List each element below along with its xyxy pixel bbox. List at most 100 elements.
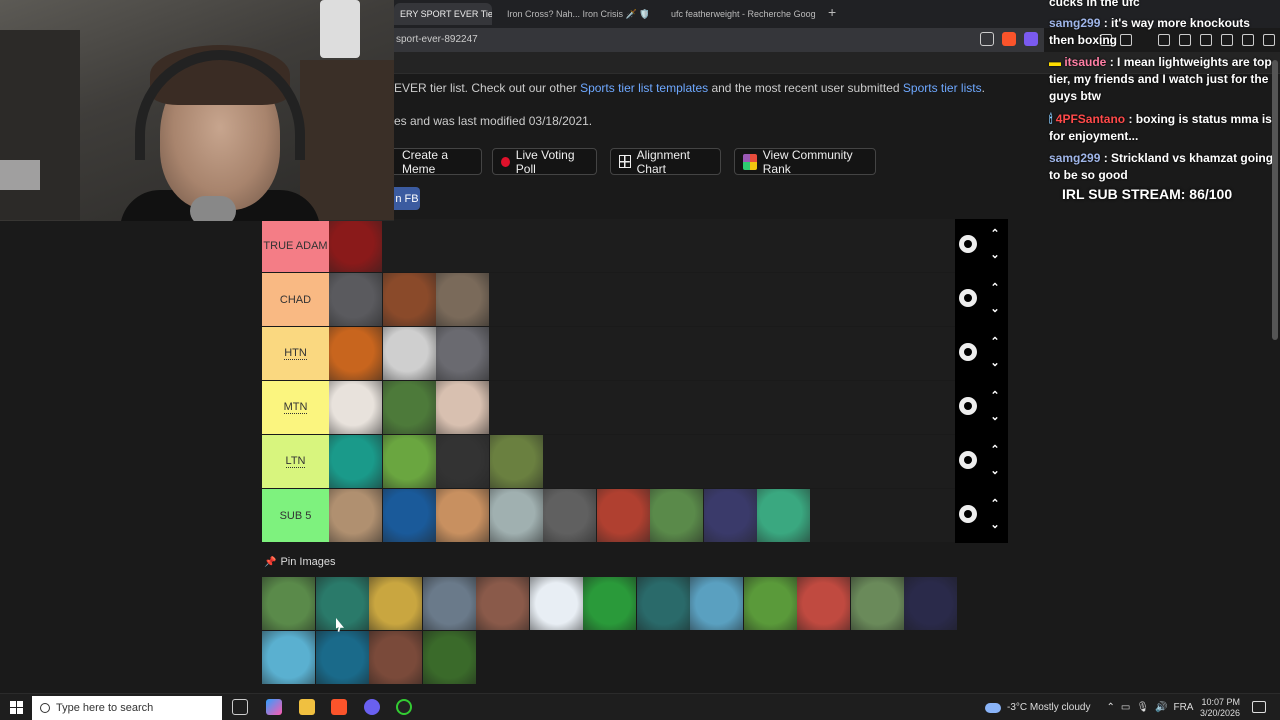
new-tab-button[interactable]: + — [828, 4, 836, 20]
tier-item-image[interactable] — [382, 489, 436, 542]
live-voting-button[interactable]: Live Voting Poll — [492, 148, 597, 176]
file-explorer-icon[interactable] — [299, 699, 315, 715]
pin-images-toggle[interactable]: 📌 Pin Images — [264, 556, 335, 568]
tier-item-image[interactable] — [436, 381, 489, 434]
pool-item-image[interactable] — [636, 577, 690, 630]
pool-item-image[interactable] — [797, 577, 850, 630]
tier-item-image[interactable] — [436, 489, 489, 542]
tier-item-image[interactable] — [436, 273, 489, 326]
address-bar[interactable]: sport-ever-892247 — [394, 28, 1044, 52]
task-view-icon[interactable] — [232, 699, 248, 715]
clock[interactable]: 10:07 PM 3/20/2026 — [1200, 697, 1240, 719]
pool-item-image[interactable] — [315, 630, 369, 684]
mic-icon[interactable]: 🎙 — [1136, 702, 1149, 713]
chevron-down-icon[interactable]: ⌄ — [989, 519, 1001, 531]
tier-item-image[interactable] — [329, 489, 382, 542]
gear-icon[interactable] — [956, 448, 980, 472]
pool-item-image[interactable] — [476, 577, 529, 630]
alignment-chart-button[interactable]: Alignment Chart — [610, 148, 721, 176]
tier-item-image[interactable] — [329, 327, 382, 380]
tier-item-image[interactable] — [329, 219, 382, 272]
tab-youtube[interactable]: Iron Cross? Nah... Iron Crisis 🗡️ 🛡️ # — [502, 3, 648, 25]
pool-item-image[interactable] — [422, 630, 476, 684]
sports-templates-link[interactable]: Sports tier list templates — [580, 81, 708, 95]
share-fb-button[interactable]: n FB — [394, 187, 420, 210]
chevron-down-icon[interactable]: ⌄ — [989, 411, 1001, 423]
pool-item-image[interactable] — [315, 577, 369, 630]
community-rank-button[interactable]: View Community Rank — [734, 148, 876, 176]
create-meme-button[interactable]: Create a Meme — [394, 148, 482, 176]
pool-item-image[interactable] — [529, 577, 583, 630]
discord-icon[interactable] — [364, 699, 380, 715]
chevron-down-icon[interactable]: ⌄ — [989, 249, 1001, 261]
tier-item-image[interactable] — [489, 489, 543, 542]
weather-text[interactable]: -3°C Mostly cloudy — [1007, 702, 1090, 713]
chevron-up-icon[interactable]: ⌃ — [989, 228, 1001, 240]
notification-icon[interactable] — [1252, 701, 1266, 713]
tier-item-image[interactable] — [329, 273, 382, 326]
pool-item-image[interactable] — [369, 577, 422, 630]
speaker-icon[interactable]: 🔊 — [1155, 702, 1167, 713]
network-icon[interactable]: ▭ — [1121, 702, 1130, 713]
chat-message: 🕯 4PFSantano : boxing is status mma is f… — [1049, 111, 1277, 145]
language-indicator[interactable]: FRA — [1173, 702, 1193, 713]
chevron-down-icon[interactable]: ⌄ — [989, 357, 1001, 369]
tier-item-image[interactable] — [489, 435, 543, 488]
tier-item-image[interactable] — [329, 381, 382, 434]
brave-shield-icon[interactable] — [1002, 32, 1016, 46]
windows-start-icon[interactable] — [10, 701, 23, 714]
pool-item-image[interactable] — [583, 577, 636, 630]
pool-item-image[interactable] — [422, 577, 476, 630]
tier-label[interactable]: LTN — [262, 435, 329, 488]
gear-icon[interactable] — [956, 502, 980, 526]
tier-item-image[interactable] — [436, 435, 489, 488]
pool-item-image[interactable] — [850, 577, 904, 630]
tier-item-image[interactable] — [703, 489, 757, 542]
tier-item-image[interactable] — [329, 435, 382, 488]
tier-label[interactable]: MTN — [262, 381, 329, 434]
pool-item-image[interactable] — [743, 577, 797, 630]
tier-item-image[interactable] — [650, 489, 703, 542]
tier-item-image[interactable] — [382, 381, 436, 434]
tab-tier-list[interactable]: ERY SPORT EVER Tie ✕ — [394, 3, 492, 25]
gear-icon[interactable] — [956, 232, 980, 256]
tier-label[interactable]: HTN — [262, 327, 329, 380]
tier-label[interactable]: TRUE ADAM — [262, 219, 329, 272]
pool-item-image[interactable] — [904, 577, 957, 630]
button-label: n FB — [395, 192, 419, 205]
chevron-up-icon[interactable]: ⌃ — [989, 282, 1001, 294]
chevron-down-icon[interactable]: ⌄ — [989, 303, 1001, 315]
pool-item-image[interactable] — [262, 630, 315, 684]
chevron-up-icon[interactable]: ⌃ — [989, 444, 1001, 456]
taskbar-search-input[interactable]: Type here to search — [32, 696, 222, 720]
gear-icon[interactable] — [956, 394, 980, 418]
tier-item-image[interactable] — [382, 327, 436, 380]
copilot-icon[interactable] — [266, 699, 282, 715]
tier-item-image[interactable] — [757, 489, 810, 542]
tier-item-image[interactable] — [543, 489, 596, 542]
scrollbar[interactable] — [1272, 60, 1278, 340]
tier-item-image[interactable] — [382, 273, 436, 326]
tier-label[interactable]: SUB 5 — [262, 489, 329, 542]
leo-ai-icon[interactable] — [1024, 32, 1038, 46]
pool-item-image[interactable] — [690, 577, 743, 630]
chevron-up-icon[interactable]: ⌃ — [989, 336, 1001, 348]
pool-item-image[interactable] — [262, 577, 315, 630]
gear-icon[interactable] — [956, 340, 980, 364]
tab-google[interactable]: ufc featherweight - Recherche Googl — [666, 3, 816, 25]
pool-item-image[interactable] — [369, 630, 422, 684]
share-icon[interactable] — [980, 32, 994, 46]
tier-label[interactable]: CHAD — [262, 273, 329, 326]
tier-item-image[interactable] — [382, 435, 436, 488]
tier-item-image[interactable] — [596, 489, 650, 542]
obs-icon[interactable] — [396, 699, 412, 715]
tier-item-image[interactable] — [436, 327, 489, 380]
chevron-up-icon[interactable]: ⌃ — [989, 390, 1001, 402]
gear-icon[interactable] — [956, 286, 980, 310]
chevron-up-icon[interactable]: ⌃ — [1106, 702, 1114, 713]
sports-tier-lists-link[interactable]: Sports tier lists — [903, 81, 982, 95]
brave-icon[interactable] — [331, 699, 347, 715]
tier-row: CHAD ⌃ ⌄ — [262, 273, 1008, 327]
chevron-up-icon[interactable]: ⌃ — [989, 498, 1001, 510]
chevron-down-icon[interactable]: ⌄ — [989, 465, 1001, 477]
